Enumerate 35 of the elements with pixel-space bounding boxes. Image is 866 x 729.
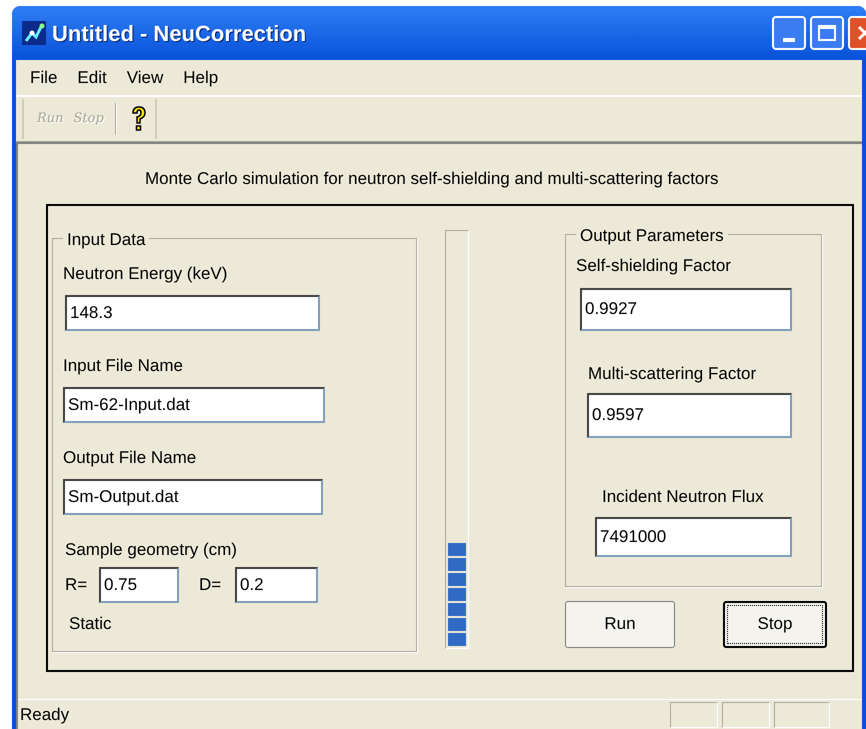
field-label: D= bbox=[199, 574, 222, 596]
field-label: Output File Name bbox=[63, 446, 198, 468]
field-label: Self-shielding Factor bbox=[576, 254, 732, 276]
input-field[interactable]: 148.3 bbox=[65, 294, 320, 330]
input-field[interactable]: 0.75 bbox=[99, 566, 179, 602]
input-field[interactable]: 0.9927 bbox=[580, 288, 792, 330]
heading-text: Monte Carlo simulation for neutron self-shielding and multi-scattering factors bbox=[144, 168, 720, 190]
status-pane bbox=[774, 702, 830, 728]
minimize-button[interactable] bbox=[772, 16, 806, 50]
field-label: Sample geometry (cm) bbox=[65, 538, 238, 560]
maximize-icon bbox=[818, 25, 836, 41]
field-label: R= bbox=[65, 574, 88, 596]
maximize-button[interactable] bbox=[810, 16, 844, 50]
window-title: Untitled - NeuCorrection bbox=[52, 20, 306, 48]
input-field[interactable]: 7491000 bbox=[595, 516, 792, 556]
field-label: Input File Name bbox=[63, 354, 184, 376]
input-field[interactable]: Sm-62-Input.dat bbox=[63, 386, 325, 422]
field-label: Neutron Energy (keV) bbox=[63, 262, 228, 284]
status-pane bbox=[722, 702, 770, 728]
input-field[interactable]: 0.2 bbox=[235, 566, 318, 602]
menu-item[interactable]: View bbox=[116, 64, 174, 90]
push-button[interactable]: Run bbox=[565, 600, 675, 648]
menu-item[interactable]: File bbox=[20, 64, 68, 90]
push-button[interactable]: Stop bbox=[723, 600, 827, 648]
input-field[interactable]: 0.9597 bbox=[587, 392, 792, 438]
input-field[interactable]: Sm-Output.dat bbox=[63, 478, 323, 514]
minimize-icon bbox=[783, 38, 795, 42]
menu-item[interactable]: Help bbox=[173, 64, 228, 90]
field-label: Incident Neutron Flux bbox=[602, 486, 765, 508]
status-text: Ready bbox=[20, 704, 70, 726]
menu-item[interactable]: Edit bbox=[67, 64, 117, 90]
status-pane bbox=[670, 702, 718, 728]
field-label: Multi-scattering Factor bbox=[588, 362, 758, 384]
app-icon bbox=[22, 21, 46, 45]
static-text: Static bbox=[69, 612, 113, 634]
